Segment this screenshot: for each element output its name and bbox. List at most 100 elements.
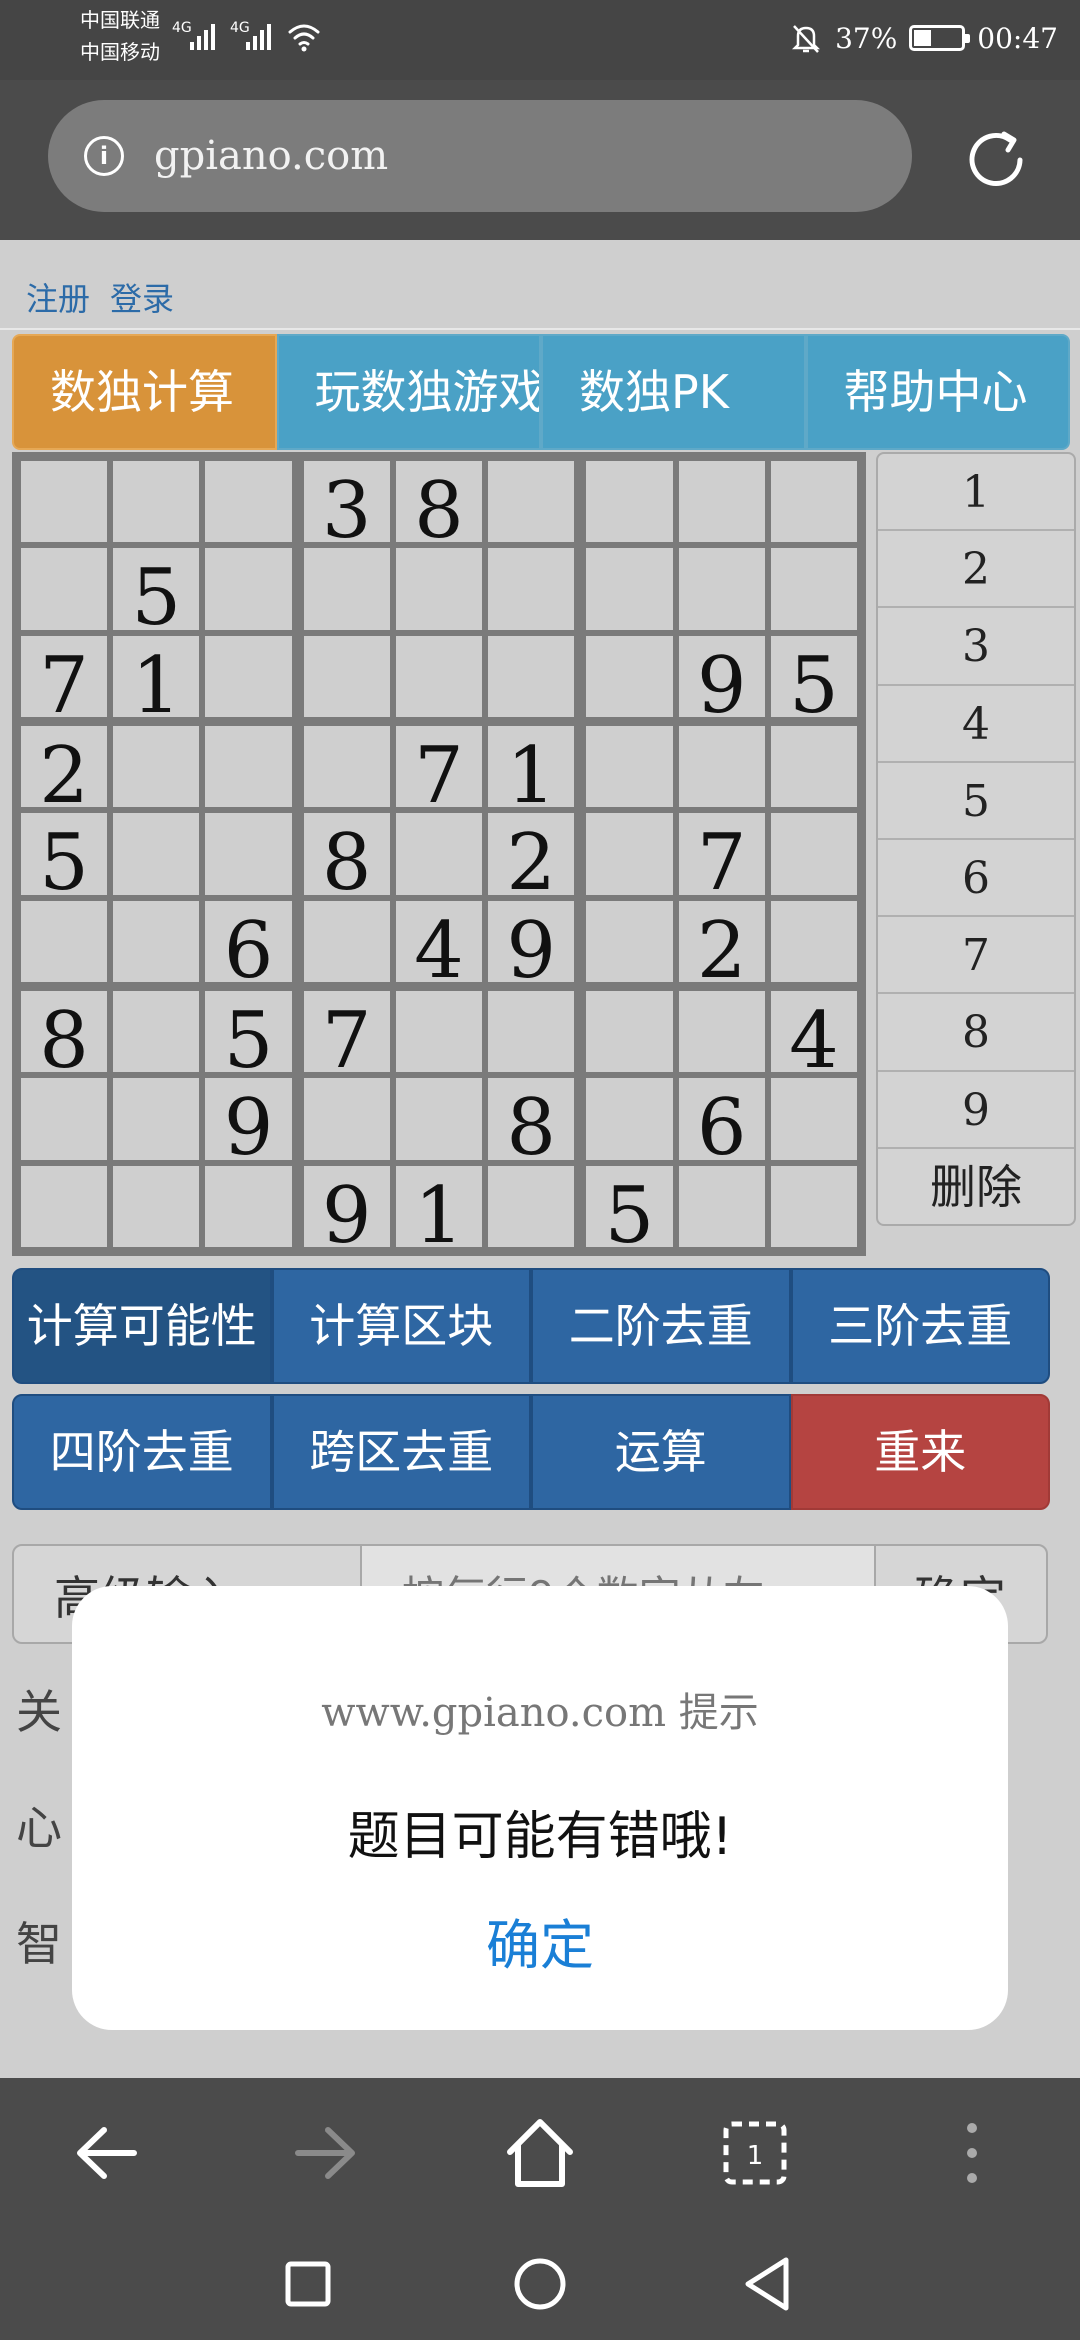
sudoku-cell[interactable] (586, 548, 673, 630)
tabs-icon[interactable]: 1 (676, 2078, 836, 2228)
sudoku-cell[interactable] (488, 1165, 575, 1247)
second-order-button[interactable]: 二阶去重 (531, 1268, 791, 1384)
sudoku-cell[interactable]: 7 (20, 635, 108, 717)
sudoku-cell[interactable] (586, 900, 673, 982)
sudoku-cell[interactable] (586, 1078, 673, 1160)
numpad-key-5[interactable]: 5 (878, 763, 1074, 840)
sudoku-cell[interactable] (678, 726, 765, 808)
calc-block-button[interactable]: 计算区块 (271, 1268, 531, 1384)
sudoku-cell[interactable]: 4 (395, 900, 483, 982)
numpad-key-9[interactable]: 9 (878, 1072, 1074, 1149)
sudoku-cell[interactable] (395, 548, 483, 630)
sudoku-cell[interactable] (770, 900, 858, 982)
sudoku-cell[interactable] (395, 813, 483, 895)
sudoku-cell[interactable]: 6 (205, 900, 292, 982)
sudoku-cell[interactable] (205, 635, 292, 717)
numpad-key-6[interactable]: 6 (878, 840, 1074, 918)
sudoku-cell[interactable] (20, 461, 108, 543)
numpad-key-2[interactable]: 2 (878, 531, 1074, 609)
sudoku-cell[interactable]: 4 (770, 991, 858, 1073)
sudoku-cell[interactable] (586, 726, 673, 808)
tab-4[interactable]: 帮助中心 (805, 334, 1070, 450)
sudoku-cell[interactable]: 5 (205, 991, 292, 1073)
numpad-key-8[interactable]: 8 (878, 994, 1074, 1072)
sudoku-cell[interactable] (113, 1165, 200, 1247)
numpad-delete-button[interactable]: 删除 (878, 1149, 1074, 1224)
sudoku-cell[interactable] (205, 813, 292, 895)
sudoku-cell[interactable] (303, 900, 390, 982)
sudoku-cell[interactable]: 2 (678, 900, 765, 982)
sudoku-cell[interactable] (113, 726, 200, 808)
sudoku-cell[interactable]: 1 (488, 726, 575, 808)
more-icon[interactable] (892, 2078, 1052, 2228)
sudoku-cell[interactable]: 5 (113, 548, 200, 630)
tab-1[interactable]: 数独计算 (12, 334, 277, 450)
sudoku-cell[interactable] (770, 1078, 858, 1160)
numpad-key-3[interactable]: 3 (878, 608, 1074, 686)
sudoku-cell[interactable] (395, 1078, 483, 1160)
sudoku-cell[interactable] (303, 726, 390, 808)
sudoku-cell[interactable] (678, 461, 765, 543)
sudoku-cell[interactable] (770, 548, 858, 630)
sudoku-cell[interactable]: 3 (303, 461, 390, 543)
sudoku-cell[interactable]: 9 (205, 1078, 292, 1160)
info-icon[interactable]: i (84, 136, 124, 176)
recents-square-icon[interactable] (258, 2236, 358, 2332)
sudoku-cell[interactable] (20, 900, 108, 982)
back-triangle-icon[interactable] (718, 2236, 818, 2332)
tab-3[interactable]: 数独PK (541, 334, 806, 450)
sudoku-cell[interactable] (303, 1078, 390, 1160)
sudoku-cell[interactable] (113, 461, 200, 543)
numpad-key-7[interactable]: 7 (878, 917, 1074, 995)
sudoku-cell[interactable] (395, 991, 483, 1073)
sudoku-cell[interactable]: 2 (20, 726, 108, 808)
sudoku-cell[interactable]: 5 (20, 813, 108, 895)
address-bar[interactable]: i gpiano.com (48, 100, 912, 212)
sudoku-cell[interactable] (586, 461, 673, 543)
sudoku-cell[interactable] (205, 461, 292, 543)
home-circle-icon[interactable] (490, 2236, 590, 2332)
restart-button[interactable]: 重来 (790, 1394, 1050, 1510)
sudoku-cell[interactable] (488, 548, 575, 630)
sudoku-cell[interactable] (586, 635, 673, 717)
sudoku-cell[interactable] (678, 1165, 765, 1247)
sudoku-cell[interactable] (303, 548, 390, 630)
sudoku-cell[interactable] (205, 548, 292, 630)
numpad-key-4[interactable]: 4 (878, 686, 1074, 763)
sudoku-cell[interactable] (770, 461, 858, 543)
sudoku-cell[interactable] (205, 726, 292, 808)
sudoku-cell[interactable]: 2 (488, 813, 575, 895)
sudoku-cell[interactable]: 8 (488, 1078, 575, 1160)
sudoku-cell[interactable] (113, 1078, 200, 1160)
sudoku-cell[interactable] (770, 813, 858, 895)
back-arrow-icon[interactable] (28, 2078, 188, 2228)
sudoku-cell[interactable] (20, 1165, 108, 1247)
sudoku-cell[interactable] (20, 548, 108, 630)
sudoku-cell[interactable]: 5 (770, 635, 858, 717)
sudoku-cell[interactable] (395, 635, 483, 717)
fourth-order-button[interactable]: 四阶去重 (12, 1394, 272, 1510)
sudoku-cell[interactable] (488, 461, 575, 543)
sudoku-cell[interactable] (303, 635, 390, 717)
sudoku-cell[interactable] (488, 635, 575, 717)
sudoku-cell[interactable]: 9 (488, 900, 575, 982)
sudoku-cell[interactable]: 7 (678, 813, 765, 895)
sudoku-cell[interactable] (770, 1165, 858, 1247)
sudoku-cell[interactable] (678, 548, 765, 630)
sudoku-cell[interactable]: 7 (395, 726, 483, 808)
run-button[interactable]: 运算 (531, 1394, 791, 1510)
sudoku-cell[interactable]: 5 (586, 1165, 673, 1247)
third-order-button[interactable]: 三阶去重 (790, 1268, 1050, 1384)
dialog-ok-button[interactable]: 确定 (440, 1900, 640, 1980)
sudoku-cell[interactable]: 9 (678, 635, 765, 717)
sudoku-cell[interactable]: 9 (303, 1165, 390, 1247)
sudoku-cell[interactable] (586, 991, 673, 1073)
refresh-icon[interactable] (958, 122, 1034, 198)
login-link[interactable]: 登录 (110, 280, 174, 318)
register-link[interactable]: 注册 (26, 280, 90, 318)
sudoku-cell[interactable]: 6 (678, 1078, 765, 1160)
sudoku-cell[interactable]: 8 (20, 991, 108, 1073)
home-icon[interactable] (460, 2078, 620, 2228)
numpad-key-1[interactable]: 1 (878, 454, 1074, 532)
sudoku-cell[interactable] (113, 813, 200, 895)
